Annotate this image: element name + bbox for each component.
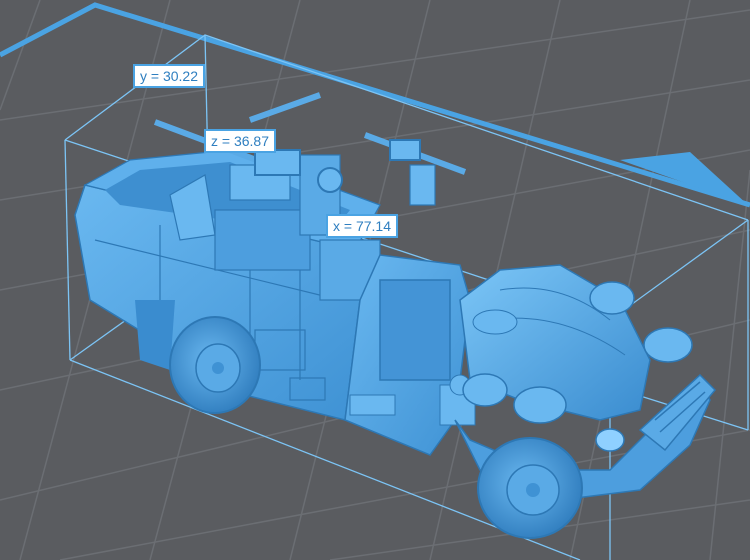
dimension-y-text: y = 30.22	[140, 68, 198, 84]
bed-corner-marker	[620, 152, 748, 205]
3d-viewport[interactable]: y = 30.22 z = 36.87 x = 77.14	[0, 0, 750, 560]
truck-model[interactable]	[74, 92, 717, 539]
dimension-label-x[interactable]: x = 77.14	[326, 214, 398, 238]
dimension-label-z[interactable]: z = 36.87	[204, 129, 276, 153]
rear-mudflap	[135, 300, 175, 370]
dimension-x-text: x = 77.14	[333, 218, 391, 234]
rear-wheel	[169, 316, 261, 414]
dimension-label-y[interactable]: y = 30.22	[133, 64, 205, 88]
headlight	[595, 428, 625, 452]
windshield-frame	[379, 279, 451, 381]
dimension-z-text: z = 36.87	[211, 133, 269, 149]
front-wheel	[477, 437, 583, 539]
3d-scene[interactable]	[0, 0, 750, 560]
